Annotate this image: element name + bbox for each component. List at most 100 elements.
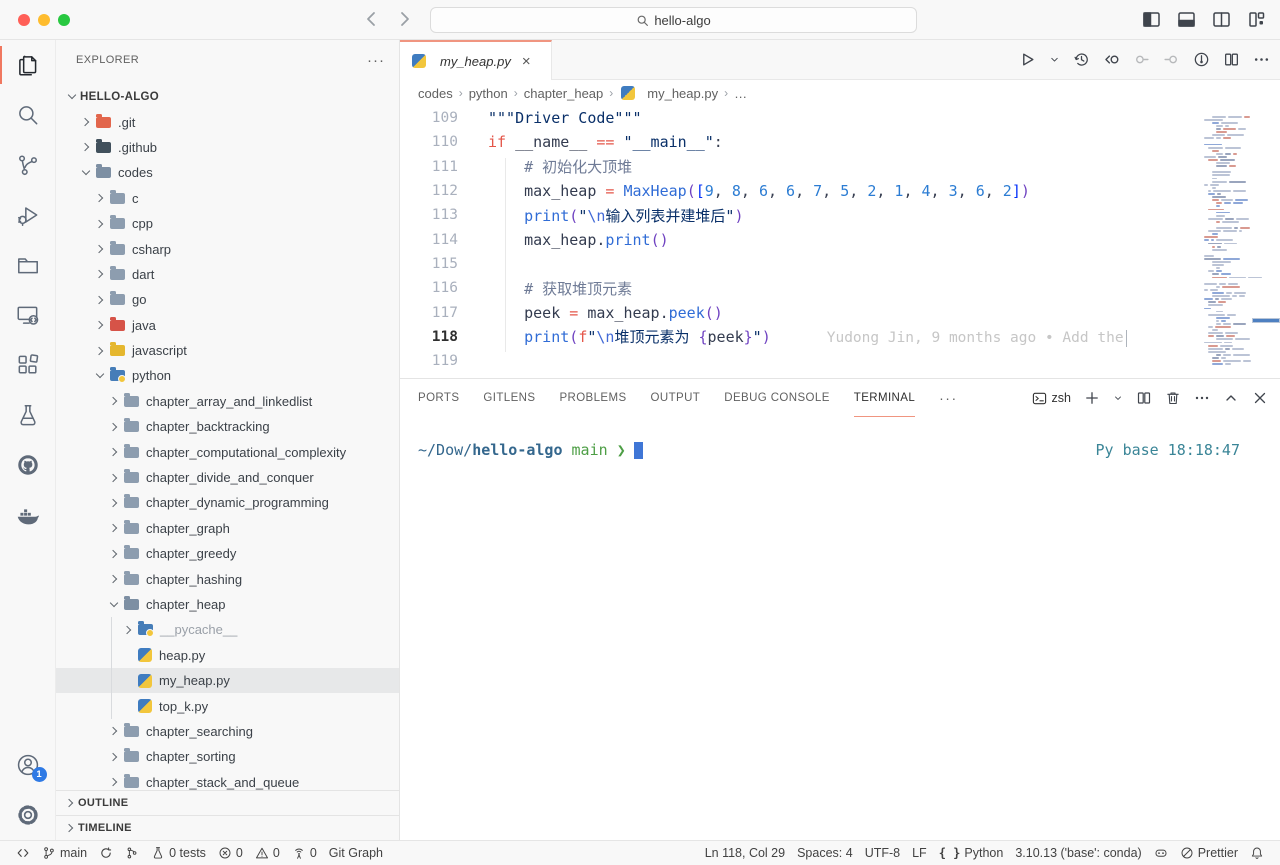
- section-outline[interactable]: OUTLINE: [56, 790, 399, 815]
- tree-item-chapter-heap[interactable]: chapter_heap: [56, 592, 399, 617]
- eol[interactable]: LF: [906, 846, 933, 860]
- panel-tab-gitlens[interactable]: GITLENS: [483, 379, 535, 417]
- breadcrumb-codes[interactable]: codes: [418, 86, 453, 101]
- tests-status[interactable]: 0 tests: [145, 846, 212, 860]
- errors-count[interactable]: 0: [212, 846, 249, 860]
- tree-item-cpp[interactable]: cpp: [56, 211, 399, 236]
- zoom-window-button[interactable]: [58, 14, 70, 26]
- tree-item--pycache-[interactable]: __pycache__: [56, 617, 399, 642]
- tree-item-codes[interactable]: codes: [56, 160, 399, 185]
- breadcrumb--[interactable]: …: [734, 86, 747, 101]
- tree-item-hello-algo[interactable]: HELLO-ALGO: [56, 84, 399, 109]
- kill-terminal-icon[interactable]: [1165, 390, 1181, 406]
- tree-item--github[interactable]: .github: [56, 135, 399, 160]
- previous-change-icon[interactable]: [1133, 51, 1150, 68]
- tree-item-chapter-dynamic-programming[interactable]: chapter_dynamic_programming: [56, 490, 399, 515]
- python-interpreter[interactable]: 3.10.13 ('base': conda): [1009, 846, 1147, 860]
- tree-item-top-k-py[interactable]: top_k.py: [56, 693, 399, 718]
- minimize-window-button[interactable]: [38, 14, 50, 26]
- commit-graph-icon[interactable]: [1193, 51, 1210, 68]
- section-timeline[interactable]: TIMELINE: [56, 815, 399, 840]
- prettier-status[interactable]: Prettier: [1174, 846, 1244, 860]
- new-terminal-icon[interactable]: [1084, 390, 1100, 406]
- panel-tab-ports[interactable]: PORTS: [418, 379, 459, 417]
- activity-item-run-and-debug[interactable]: [0, 190, 56, 240]
- go-back-icon[interactable]: [362, 9, 382, 29]
- tree-item-javascript[interactable]: javascript: [56, 338, 399, 363]
- language-mode[interactable]: { }Python: [933, 846, 1010, 860]
- file-history-icon[interactable]: [1073, 51, 1090, 68]
- minimap[interactable]: [1200, 112, 1262, 366]
- git-graph-icon[interactable]: [119, 846, 145, 860]
- split-editor-icon[interactable]: [1223, 51, 1240, 68]
- warnings-count[interactable]: 0: [249, 846, 286, 860]
- activity-item-testing[interactable]: [0, 390, 56, 440]
- tree-item-c[interactable]: c: [56, 186, 399, 211]
- run-python-file-button[interactable]: [1019, 51, 1036, 68]
- tree-item-chapter-computational-complexity[interactable]: chapter_computational_complexity: [56, 439, 399, 464]
- activity-item-accounts[interactable]: 1: [0, 740, 56, 790]
- panel-tab-problems[interactable]: PROBLEMS: [559, 379, 626, 417]
- tree-item-dart[interactable]: dart: [56, 262, 399, 287]
- indentation[interactable]: Spaces: 4: [791, 846, 859, 860]
- tree-item-heap-py[interactable]: heap.py: [56, 643, 399, 668]
- code-editor[interactable]: 109"""Driver Code"""110if __name__ == "_…: [400, 106, 1280, 378]
- cursor-position[interactable]: Ln 118, Col 29: [699, 846, 791, 860]
- toggle-secondary-sidebar-icon[interactable]: [1212, 10, 1231, 29]
- open-changes-icon[interactable]: [1103, 51, 1120, 68]
- next-change-icon[interactable]: [1163, 51, 1180, 68]
- close-panel-icon[interactable]: [1252, 390, 1268, 406]
- sync-changes-icon[interactable]: [93, 846, 119, 860]
- tree-item-chapter-backtracking[interactable]: chapter_backtracking: [56, 414, 399, 439]
- split-terminal-icon[interactable]: [1136, 390, 1152, 406]
- tree-item-chapter-sorting[interactable]: chapter_sorting: [56, 744, 399, 769]
- tree-item-csharp[interactable]: csharp: [56, 236, 399, 261]
- remote-indicator[interactable]: [10, 846, 36, 860]
- activity-item-docker[interactable]: [0, 490, 56, 540]
- run-dropdown-icon[interactable]: [1049, 51, 1060, 68]
- go-forward-icon[interactable]: [394, 9, 414, 29]
- activity-item-project-manager[interactable]: [0, 240, 56, 290]
- panel-more-actions-icon[interactable]: [1194, 390, 1210, 406]
- git-branch[interactable]: main: [36, 846, 93, 860]
- tree-item-chapter-graph[interactable]: chapter_graph: [56, 516, 399, 541]
- toggle-panel-icon[interactable]: [1177, 10, 1196, 29]
- toggle-primary-sidebar-icon[interactable]: [1142, 10, 1161, 29]
- panel-tab-terminal[interactable]: TERMINAL: [854, 379, 915, 417]
- activity-item-source-control[interactable]: [0, 140, 56, 190]
- tree-item-go[interactable]: go: [56, 287, 399, 312]
- terminal-shell-selector[interactable]: zsh: [1032, 391, 1071, 406]
- activity-item-search[interactable]: [0, 90, 56, 140]
- activity-item-extensions[interactable]: [0, 340, 56, 390]
- tab-my-heap[interactable]: my_heap.py ×: [400, 40, 552, 80]
- panel-tab-output[interactable]: OUTPUT: [651, 379, 701, 417]
- more-actions-icon[interactable]: [1253, 51, 1270, 68]
- tree-item--git[interactable]: .git: [56, 109, 399, 134]
- tree-item-chapter-greedy[interactable]: chapter_greedy: [56, 541, 399, 566]
- notifications-bell-icon[interactable]: [1244, 846, 1270, 860]
- maximize-panel-icon[interactable]: [1223, 390, 1239, 406]
- breadcrumb-my-heap-py[interactable]: my_heap.py: [619, 86, 718, 101]
- breadcrumb-chapter-heap[interactable]: chapter_heap: [524, 86, 604, 101]
- tree-item-chapter-divide-and-conquer[interactable]: chapter_divide_and_conquer: [56, 465, 399, 490]
- copilot-icon[interactable]: [1148, 846, 1174, 860]
- close-window-button[interactable]: [18, 14, 30, 26]
- breadcrumb-python[interactable]: python: [469, 86, 508, 101]
- customize-layout-icon[interactable]: [1247, 10, 1266, 29]
- git-graph-button[interactable]: Git Graph: [323, 846, 389, 860]
- tree-item-chapter-array-and-linkedlist[interactable]: chapter_array_and_linkedlist: [56, 389, 399, 414]
- activity-item-explorer[interactable]: [0, 40, 56, 90]
- panel-tab-debug-console[interactable]: DEBUG CONSOLE: [724, 379, 830, 417]
- terminal-content[interactable]: ~/Dow/hello-algo main ❯ Py base 18:18:47: [400, 417, 1280, 840]
- activity-item-settings[interactable]: [0, 790, 56, 840]
- tree-item-chapter-hashing[interactable]: chapter_hashing: [56, 566, 399, 591]
- tree-item-java[interactable]: java: [56, 313, 399, 338]
- window-controls[interactable]: [18, 14, 70, 26]
- tree-item-chapter-stack-and-queue[interactable]: chapter_stack_and_queue: [56, 770, 399, 792]
- command-center-search[interactable]: hello-algo: [430, 7, 917, 33]
- activity-item-remote-explorer[interactable]: [0, 290, 56, 340]
- tree-item-my-heap-py[interactable]: my_heap.py: [56, 668, 399, 693]
- close-tab-icon[interactable]: ×: [522, 54, 531, 69]
- tree-item-python[interactable]: python: [56, 363, 399, 388]
- encoding[interactable]: UTF-8: [859, 846, 906, 860]
